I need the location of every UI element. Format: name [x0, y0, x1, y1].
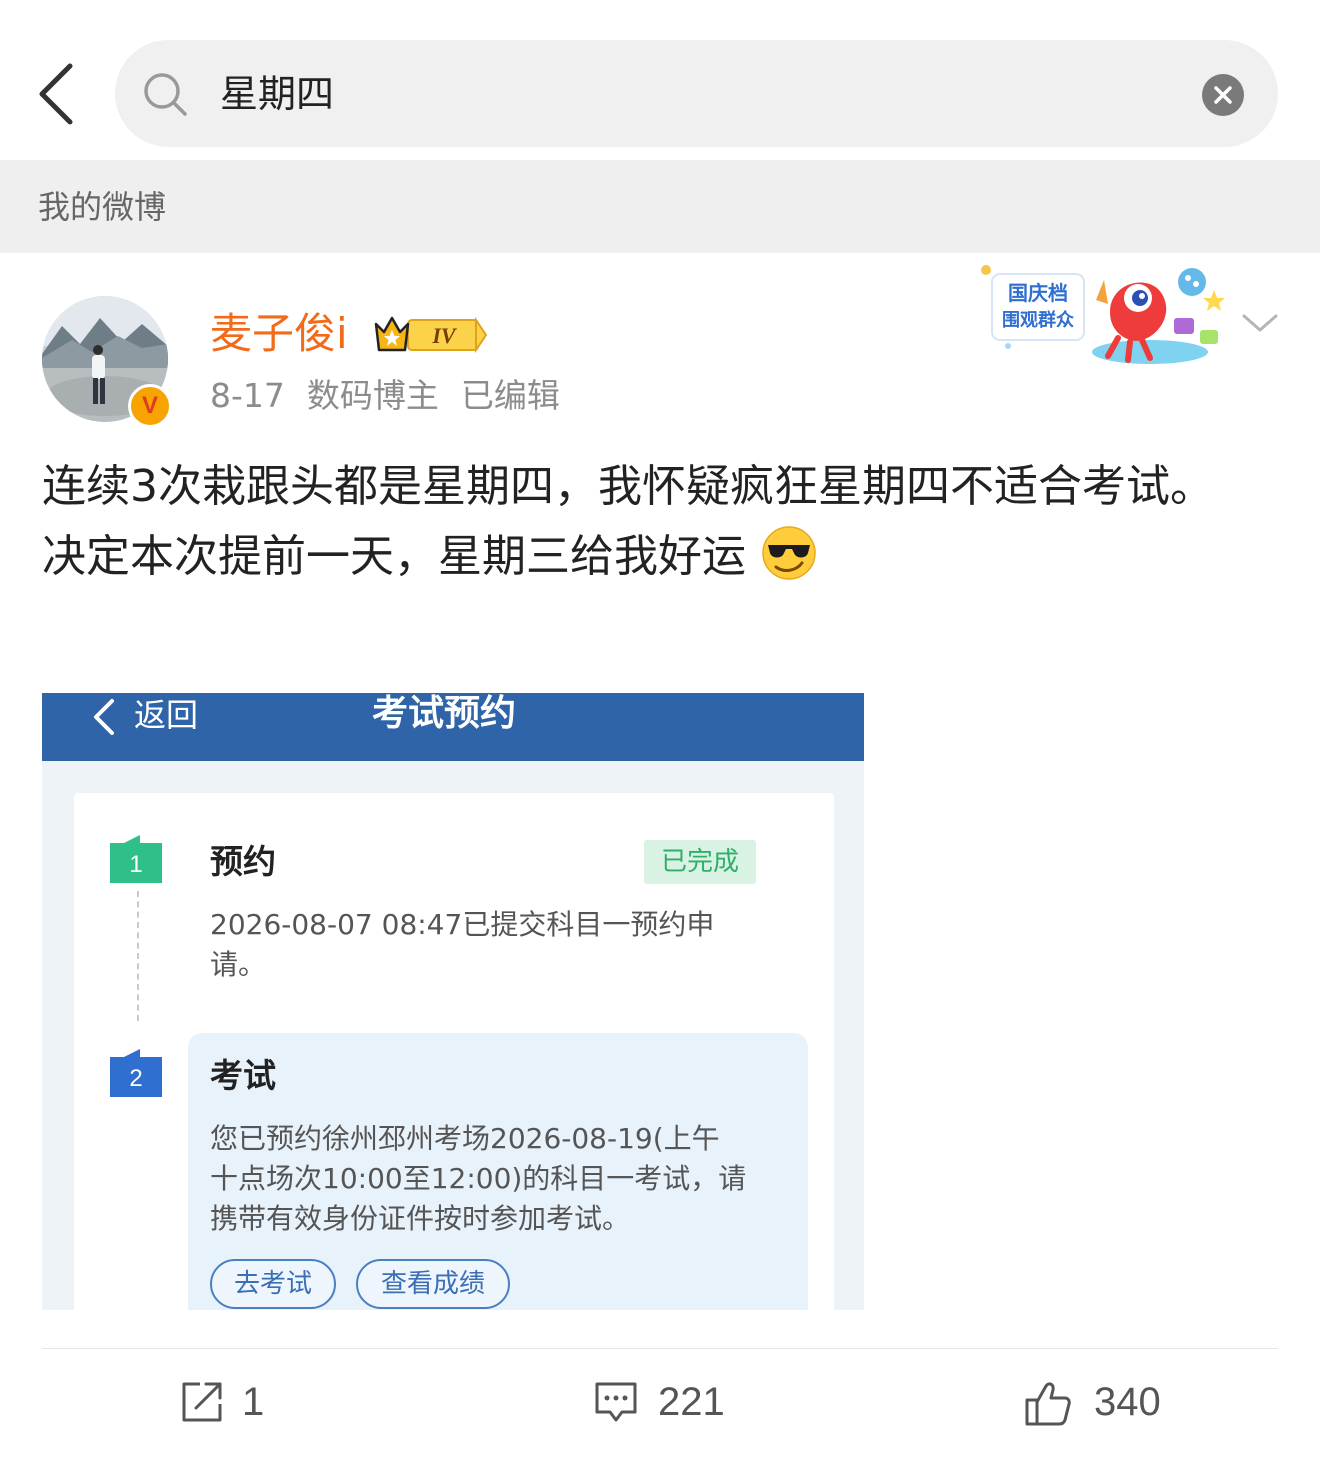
like-button[interactable]: 340 [1024, 1372, 1194, 1432]
edited-label[interactable]: 已编辑 [461, 376, 560, 415]
image-page-title: 考试预约 [372, 693, 517, 734]
step-1-desc-line-2: 请。 [210, 948, 267, 981]
sticker-label-1: 国庆档 [1008, 281, 1068, 305]
vip-level-label: IV [431, 323, 458, 348]
chevron-left-icon [39, 63, 73, 125]
step-1-status-badge: 已完成 [644, 840, 756, 884]
like-count: 340 [1094, 1380, 1161, 1424]
view-score-button: 查看成绩 [356, 1259, 510, 1309]
step-2-number: 2 [129, 1065, 142, 1092]
comment-button[interactable]: 221 [594, 1372, 754, 1432]
step-connector [137, 891, 139, 1021]
post-image[interactable]: 返回 考试预约 1 预约 已完成 2026-08-07 08:47已提交科目一预… [42, 693, 864, 1310]
post-body: 连续3次栽跟头都是星期四，我怀疑疯狂星期四不适合考试。 决定本次提前一天，星期三… [42, 452, 1282, 592]
search-query: 星期四 [220, 72, 335, 116]
top-bar: 星期四 [0, 0, 1320, 160]
repost-icon [182, 1382, 222, 1422]
search-input[interactable]: 星期四 [115, 40, 1278, 147]
go-to-exam-button: 去考试 [210, 1259, 336, 1309]
post-text-line-2: 决定本次提前一天，星期三给我好运 [42, 522, 1282, 592]
verified-mark: V [141, 392, 158, 419]
search-icon [144, 73, 187, 116]
step-2-title: 考试 [210, 1056, 276, 1095]
section-header: 我的微博 [0, 160, 1320, 253]
repost-button[interactable]: 1 [180, 1372, 290, 1432]
step-1-number: 1 [129, 851, 142, 878]
image-back-chevron-icon [94, 699, 114, 735]
vip-level-icon: IV [372, 312, 488, 356]
step-1-title: 预约 [210, 842, 276, 881]
post-date: 8-17 [210, 376, 285, 415]
step-1-flag-icon: 1 [110, 835, 162, 883]
thumbs-up-icon [1025, 1382, 1071, 1426]
sunglasses-emoji-icon [762, 526, 816, 580]
image-card: 1 预约 已完成 2026-08-07 08:47已提交科目一预约申 请。 2 … [74, 793, 834, 1310]
image-back-label: 返回 [134, 696, 199, 734]
repost-count: 1 [242, 1380, 265, 1424]
author-tag: 数码博主 [306, 376, 439, 415]
post-text-line-2-text: 决定本次提前一天，星期三给我好运 [42, 531, 746, 582]
step-2-desc-line-2: 十点场次10:00至12:00)的科目一考试，请 [210, 1162, 747, 1195]
sticker-label-2: 围观群众 [1002, 309, 1074, 331]
footer-divider [42, 1348, 1278, 1349]
author-name[interactable]: 麦子俊i [210, 306, 348, 362]
comment-icon [595, 1382, 637, 1422]
step-2-desc-line-1: 您已预约徐州邳州考场2026-08-19(上午 [210, 1122, 720, 1155]
step-2-flag-icon: 2 [110, 1049, 162, 1097]
post-text-line-1: 连续3次栽跟头都是星期四，我怀疑疯狂星期四不适合考试。 [42, 461, 1214, 512]
step-1-desc: 2026-08-07 08:47已提交科目一预约申 请。 [210, 905, 714, 985]
holiday-sticker: 国庆档 围观群众 [978, 260, 1230, 372]
back-button[interactable] [30, 58, 86, 128]
comment-count: 221 [658, 1380, 725, 1424]
more-options-button[interactable] [1238, 306, 1282, 340]
verified-badge: V [128, 384, 172, 428]
post-meta: 8-17 数码博主 已编辑 [210, 372, 582, 420]
step-2-desc-line-3: 携带有效身份证件按时参加考试。 [210, 1202, 631, 1235]
step-2-desc: 您已预约徐州邳州考场2026-08-19(上午 十点场次10:00至12:00)… [210, 1119, 746, 1239]
section-title: 我的微博 [38, 188, 167, 226]
close-icon [1214, 86, 1232, 104]
clear-search-button[interactable] [1202, 74, 1244, 116]
step-1-desc-line-1: 2026-08-07 08:47已提交科目一预约申 [210, 908, 715, 941]
image-app-header: 返回 考试预约 [42, 693, 864, 761]
chevron-down-icon [1242, 314, 1278, 332]
